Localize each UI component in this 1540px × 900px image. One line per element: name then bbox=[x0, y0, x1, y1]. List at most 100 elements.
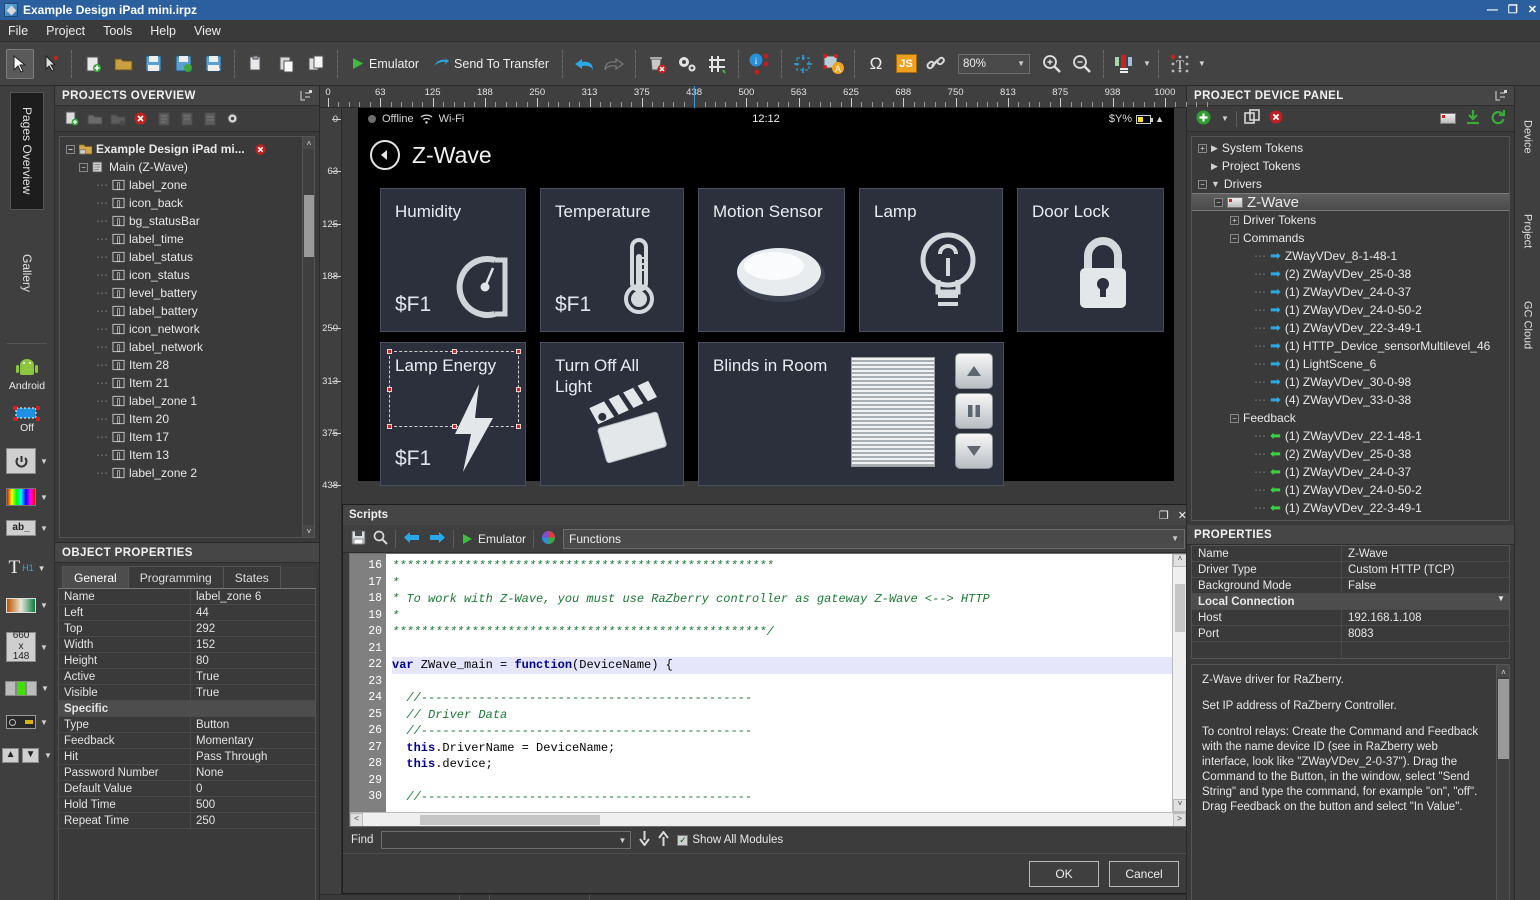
scrollbar-thumb[interactable] bbox=[1175, 584, 1185, 632]
show-all-modules-checkbox[interactable]: ✓ Show All Modules bbox=[677, 834, 783, 846]
rail-tab-gallery[interactable]: Gallery bbox=[10, 216, 44, 331]
tile-door-lock[interactable]: Door Lock bbox=[1017, 188, 1164, 332]
cancel-button[interactable]: Cancel bbox=[1109, 861, 1179, 887]
property-value[interactable]: Button bbox=[191, 717, 315, 732]
save-all-icon[interactable] bbox=[199, 49, 227, 79]
expander-icon[interactable]: − bbox=[1198, 180, 1207, 189]
scroll-down-arrow[interactable]: ˅ bbox=[303, 525, 315, 537]
property-row[interactable]: Namelabel_zone 6 bbox=[59, 589, 315, 605]
paste-icon[interactable] bbox=[272, 49, 300, 79]
expander-icon[interactable]: − bbox=[1230, 234, 1239, 243]
tree-expand-icon[interactable] bbox=[299, 90, 312, 102]
property-value[interactable]: 250 bbox=[191, 813, 315, 828]
script-editor[interactable]: 161718192021222324252627282930 *********… bbox=[349, 553, 1186, 827]
property-row[interactable]: Hold Time500 bbox=[59, 797, 315, 813]
device-feedback-item[interactable]: ⋯⬅(1) ZWayVDev_22-3-49-1 bbox=[1192, 499, 1509, 517]
device-command-item[interactable]: ⋯➡ZWayVDev_8-1-48-1 bbox=[1192, 247, 1509, 265]
scroll-down-arrow[interactable]: ˅ bbox=[1173, 799, 1186, 812]
code-line[interactable] bbox=[392, 773, 1186, 790]
chevron-down-icon[interactable]: ▼ bbox=[1493, 594, 1509, 609]
zoom-in-icon[interactable] bbox=[1038, 49, 1066, 79]
property-value[interactable]: Pass Through bbox=[191, 749, 315, 764]
device-command-item[interactable]: ⋯➡(1) HTTP_Device_sensorMultilevel_46 bbox=[1192, 337, 1509, 355]
page-edit-icon[interactable] bbox=[201, 110, 218, 127]
toggle-icon[interactable] bbox=[6, 715, 36, 729]
scene-icon[interactable]: A bbox=[819, 49, 847, 79]
tile-motion-sensor[interactable]: Motion Sensor bbox=[698, 188, 845, 332]
rail-tab-pages-overview[interactable]: Pages Overview bbox=[10, 92, 44, 210]
bring-forward-icon[interactable]: ▲ bbox=[2, 748, 19, 763]
script-emulator-button[interactable]: Emulator bbox=[461, 532, 526, 546]
device-feedback-group[interactable]: −Feedback bbox=[1192, 409, 1509, 427]
chevron-icon[interactable]: ▼ bbox=[1211, 179, 1220, 189]
tree-root-node[interactable]: − Example Design iPad mi... bbox=[66, 140, 314, 158]
rail-tab-gc-cloud[interactable]: GC Cloud bbox=[1517, 282, 1539, 368]
settings-gear-icon[interactable] bbox=[673, 49, 701, 79]
scripts-window-controls[interactable]: ❐ ✕ bbox=[1159, 509, 1186, 522]
chevron-down-icon[interactable]: ▼ bbox=[41, 684, 49, 693]
tree-object-item[interactable]: ⋯[]label_battery bbox=[66, 302, 314, 320]
maximize-button[interactable]: ❐ bbox=[1508, 0, 1518, 20]
code-line[interactable]: * To work with Z-Wave, you must use RaZb… bbox=[392, 591, 1186, 608]
property-value[interactable]: None bbox=[191, 765, 315, 780]
three-swatch-icon[interactable] bbox=[5, 681, 37, 696]
script-function-select[interactable]: Functions ▼ bbox=[563, 529, 1185, 549]
device-tree-node[interactable]: −▼Drivers bbox=[1192, 175, 1509, 193]
device-command-item[interactable]: ⋯➡(2) ZWayVDev_25-0-38 bbox=[1192, 265, 1509, 283]
tree-page-node[interactable]: − Main (Z-Wave) bbox=[66, 158, 314, 176]
close-project-icon[interactable] bbox=[109, 110, 126, 127]
property-value[interactable]: 152 bbox=[191, 637, 315, 652]
tab-general[interactable]: General bbox=[62, 566, 129, 588]
editor-hscrollbar[interactable]: ˂ ˃ bbox=[350, 812, 1186, 826]
menu-tools[interactable]: Tools bbox=[103, 24, 132, 38]
refresh-device-icon[interactable] bbox=[1490, 109, 1506, 128]
scroll-right-arrow[interactable]: ˃ bbox=[1173, 813, 1186, 827]
device-feedback-item[interactable]: ⋯⬅(1) ZWayVDev_24-0-50-2 bbox=[1192, 481, 1509, 499]
device-tree-node[interactable]: +▶System Tokens bbox=[1192, 139, 1509, 157]
chevron-down-icon[interactable]: ▼ bbox=[44, 751, 52, 760]
property-row[interactable]: ActiveTrue bbox=[59, 669, 315, 685]
property-row[interactable]: Top292 bbox=[59, 621, 315, 637]
tree-object-item[interactable]: ⋯[]label_time bbox=[66, 230, 314, 248]
delete-device-icon[interactable] bbox=[1268, 109, 1284, 128]
editor-code[interactable]: ****************************************… bbox=[386, 554, 1186, 826]
expander-icon[interactable]: − bbox=[79, 163, 88, 172]
code-line[interactable]: ****************************************… bbox=[392, 624, 1186, 641]
page-copy-icon[interactable] bbox=[178, 110, 195, 127]
blinds-down-button[interactable] bbox=[955, 433, 993, 469]
chevron-down-icon[interactable]: ▼ bbox=[40, 643, 48, 652]
menu-view[interactable]: View bbox=[194, 24, 221, 38]
select-arrow-icon[interactable] bbox=[6, 49, 34, 79]
close-project-x-icon[interactable] bbox=[254, 143, 267, 156]
device-command-item[interactable]: ⋯➡(1) ZWayVDev_24-0-37 bbox=[1192, 283, 1509, 301]
rail-opacity-tool[interactable]: ▼ bbox=[0, 681, 55, 696]
device-feedback-item[interactable]: ⋯⬅(1) HTTP_Device_sensorMultilevel_46 bbox=[1192, 517, 1509, 521]
copy-icon[interactable] bbox=[242, 49, 270, 79]
driver-property-value[interactable]: 192.168.1.108 bbox=[1342, 610, 1509, 625]
align-objects-icon[interactable] bbox=[1111, 49, 1139, 79]
power-icon[interactable] bbox=[6, 448, 36, 474]
device-command-item[interactable]: ⋯➡(1) ZWayVDev_22-3-49-1 bbox=[1192, 319, 1509, 337]
property-row[interactable]: HitPass Through bbox=[59, 749, 315, 765]
undo-icon[interactable] bbox=[570, 49, 598, 79]
projects-overview-tree[interactable]: − Example Design iPad mi... − Main (Z-Wa… bbox=[59, 136, 315, 538]
scrollbar-thumb[interactable] bbox=[304, 195, 314, 257]
new-project-icon[interactable] bbox=[63, 110, 80, 127]
driver-property-row[interactable]: Port8083 bbox=[1192, 626, 1509, 642]
expander-icon[interactable]: + bbox=[1198, 144, 1207, 153]
remove-project-icon[interactable] bbox=[132, 110, 149, 127]
text-tools-icon[interactable]: T bbox=[1166, 49, 1194, 79]
js-icon[interactable]: JS bbox=[892, 49, 920, 79]
tree-expand-icon[interactable] bbox=[1494, 90, 1507, 102]
code-line[interactable]: ****************************************… bbox=[392, 558, 1186, 575]
scroll-up-arrow[interactable]: ˄ bbox=[1497, 665, 1510, 677]
property-row[interactable]: FeedbackMomentary bbox=[59, 733, 315, 749]
device-tree-node[interactable]: −Commands bbox=[1192, 229, 1509, 247]
project-settings-icon[interactable] bbox=[224, 110, 241, 127]
rail-gradient-tool[interactable]: ▼ bbox=[0, 598, 55, 613]
rail-state-off-item[interactable]: Off bbox=[0, 406, 55, 434]
tile-humidity[interactable]: Humidity $F1 bbox=[380, 188, 526, 332]
rail-heading-tool[interactable]: T H1 ▼ bbox=[0, 557, 55, 579]
back-arrow-icon[interactable] bbox=[370, 140, 400, 170]
script-forward-icon[interactable] bbox=[428, 531, 446, 547]
